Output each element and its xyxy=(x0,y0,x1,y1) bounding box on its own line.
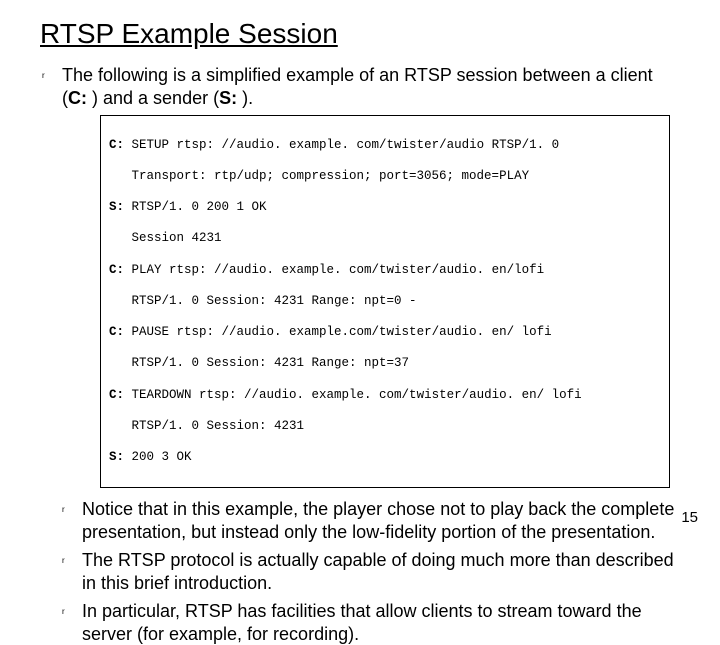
bullet-icon: r xyxy=(60,498,82,514)
code-text: TEARDOWN rtsp: //audio. example. com/twi… xyxy=(124,388,582,402)
code-text: Transport: rtp/udp; compression; port=30… xyxy=(109,169,661,185)
code-prefix: C: xyxy=(109,263,124,277)
intro-part3: ). xyxy=(237,88,253,108)
rtsp-session-code: C: SETUP rtsp: //audio. example. com/twi… xyxy=(100,115,670,488)
bullet-text: Notice that in this example, the player … xyxy=(82,498,680,543)
intro-s: S: xyxy=(219,88,237,108)
bullet-notice: r Notice that in this example, the playe… xyxy=(60,498,680,543)
code-text: PAUSE rtsp: //audio. example.com/twister… xyxy=(124,325,552,339)
bullet-icon: r xyxy=(60,600,82,616)
page-number: 15 xyxy=(681,509,698,526)
code-text: Session 4231 xyxy=(109,231,661,247)
code-text: SETUP rtsp: //audio. example. com/twiste… xyxy=(124,138,559,152)
intro-part2: ) and a sender ( xyxy=(87,88,219,108)
intro-text: The following is a simplified example of… xyxy=(62,64,680,109)
bullet-facilities: r In particular, RTSP has facilities tha… xyxy=(60,600,680,645)
code-text: RTSP/1. 0 Session: 4231 Range: npt=0 - xyxy=(109,294,661,310)
bullet-capable: r The RTSP protocol is actually capable … xyxy=(60,549,680,594)
bullet-icon: r xyxy=(60,549,82,565)
code-prefix: S: xyxy=(109,450,124,464)
code-text: 200 3 OK xyxy=(124,450,192,464)
bullet-text: The RTSP protocol is actually capable of… xyxy=(82,549,680,594)
code-prefix: C: xyxy=(109,388,124,402)
code-prefix: C: xyxy=(109,138,124,152)
lower-bullets: r Notice that in this example, the playe… xyxy=(60,498,680,645)
intro-c: C: xyxy=(68,88,87,108)
code-prefix: S: xyxy=(109,200,124,214)
code-text: RTSP/1. 0 200 1 OK xyxy=(124,200,267,214)
code-prefix: C: xyxy=(109,325,124,339)
code-text: RTSP/1. 0 Session: 4231 xyxy=(109,419,661,435)
bullet-text: In particular, RTSP has facilities that … xyxy=(82,600,680,645)
slide-title: RTSP Example Session xyxy=(40,18,680,50)
bullet-icon: r xyxy=(40,64,62,80)
intro-bullet: r The following is a simplified example … xyxy=(40,64,680,109)
code-text: PLAY rtsp: //audio. example. com/twister… xyxy=(124,263,544,277)
code-text: RTSP/1. 0 Session: 4231 Range: npt=37 xyxy=(109,356,661,372)
